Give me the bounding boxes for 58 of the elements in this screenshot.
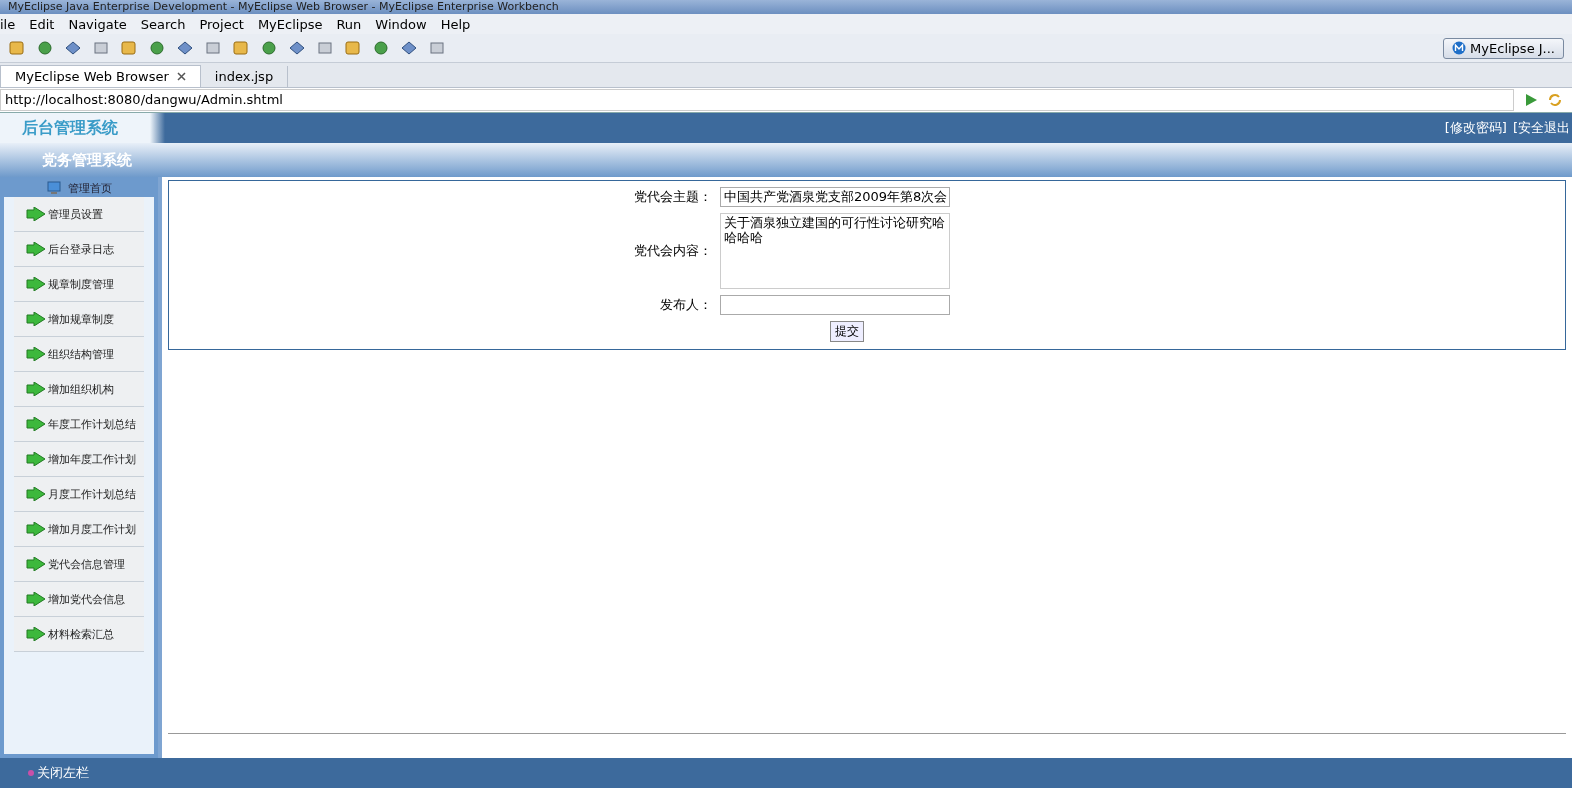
menu-item[interactable]: Search: [140, 16, 186, 32]
window-title: MyEclipse Java Enterprise Development - MyEclipse Web Browser - MyEclipse Enterprise Workbench: [0, 0, 1572, 14]
content-textarea[interactable]: 关于酒泉独立建国的可行性讨论研究哈哈哈哈: [720, 213, 950, 289]
close-icon: [28, 770, 34, 776]
home-link[interactable]: 管理首页: [4, 179, 154, 197]
close-icon[interactable]: [176, 72, 186, 81]
menu-item[interactable]: Project: [199, 16, 244, 32]
field-label: 党代会内容：: [634, 242, 712, 260]
arrow-icon: [26, 627, 46, 641]
sidebar-item[interactable]: 组织结构管理: [14, 337, 144, 372]
menu-item[interactable]: Window: [375, 16, 427, 32]
refresh-icon[interactable]: [1548, 93, 1562, 107]
app-logo: 后台管理系统: [21, 117, 118, 139]
sidebar-item[interactable]: 增加年度工作计划: [14, 442, 144, 477]
sidebar-item[interactable]: 增加月度工作计划: [14, 512, 144, 547]
sidebar-item[interactable]: 月度工作计划总结: [14, 477, 144, 512]
editor-tab[interactable]: index.jsp: [200, 66, 289, 87]
header-link[interactable]: [修改密码]: [1444, 119, 1507, 137]
arrow-icon: [26, 557, 46, 571]
arrow-icon: [26, 487, 46, 501]
sidebar-item[interactable]: 增加规章制度: [14, 302, 144, 337]
menu-item[interactable]: ile: [0, 16, 16, 32]
sidebar-item[interactable]: 增加党代会信息: [14, 582, 144, 617]
arrow-icon: [26, 242, 46, 256]
field-label: 发布人：: [659, 296, 712, 314]
menu-item[interactable]: Navigate: [68, 16, 127, 32]
arrow-icon: [26, 347, 46, 361]
system-name: 党务管理系统: [41, 150, 132, 170]
input-field[interactable]: 中国共产党酒泉党支部2009年第8次会: [720, 187, 950, 207]
sidebar-item[interactable]: 年度工作计划总结: [14, 407, 144, 442]
menu-item[interactable]: Run: [336, 16, 362, 32]
sidebar-item[interactable]: 后台登录日志: [14, 232, 144, 267]
input-field[interactable]: [720, 295, 950, 315]
sidebar-item[interactable]: 增加组织机构: [14, 372, 144, 407]
sidebar-item[interactable]: 党代会信息管理: [14, 547, 144, 582]
menu-item[interactable]: MyEclipse: [257, 16, 323, 32]
arrow-icon: [26, 522, 46, 536]
sidebar-item[interactable]: 材料检索汇总: [14, 617, 144, 652]
arrow-icon: [26, 277, 46, 291]
menu-item[interactable]: Help: [440, 16, 471, 32]
arrow-icon: [26, 312, 46, 326]
arrow-icon: [26, 592, 46, 606]
editor-tab[interactable]: MyEclipse Web Browser: [0, 65, 201, 87]
arrow-icon: [26, 207, 46, 221]
address-field[interactable]: http://localhost:8080/dangwu/Admin.shtml: [0, 89, 1514, 111]
menu-item[interactable]: Edit: [29, 16, 55, 32]
arrow-icon: [26, 452, 46, 466]
close-sidebar-link[interactable]: 关闭左栏: [28, 764, 89, 782]
perspective-logo-icon: [1452, 41, 1467, 55]
sidebar-item[interactable]: 管理员设置: [14, 197, 144, 232]
perspective-button[interactable]: MyEclipse J...: [1443, 37, 1564, 59]
arrow-icon: [26, 382, 46, 396]
sidebar-item[interactable]: 规章制度管理: [14, 267, 144, 302]
arrow-icon: [26, 417, 46, 431]
header-link[interactable]: [安全退出: [1512, 119, 1570, 137]
field-label: 党代会主题：: [634, 188, 712, 206]
computer-icon: [46, 180, 62, 196]
submit-button[interactable]: 提交: [830, 321, 864, 342]
